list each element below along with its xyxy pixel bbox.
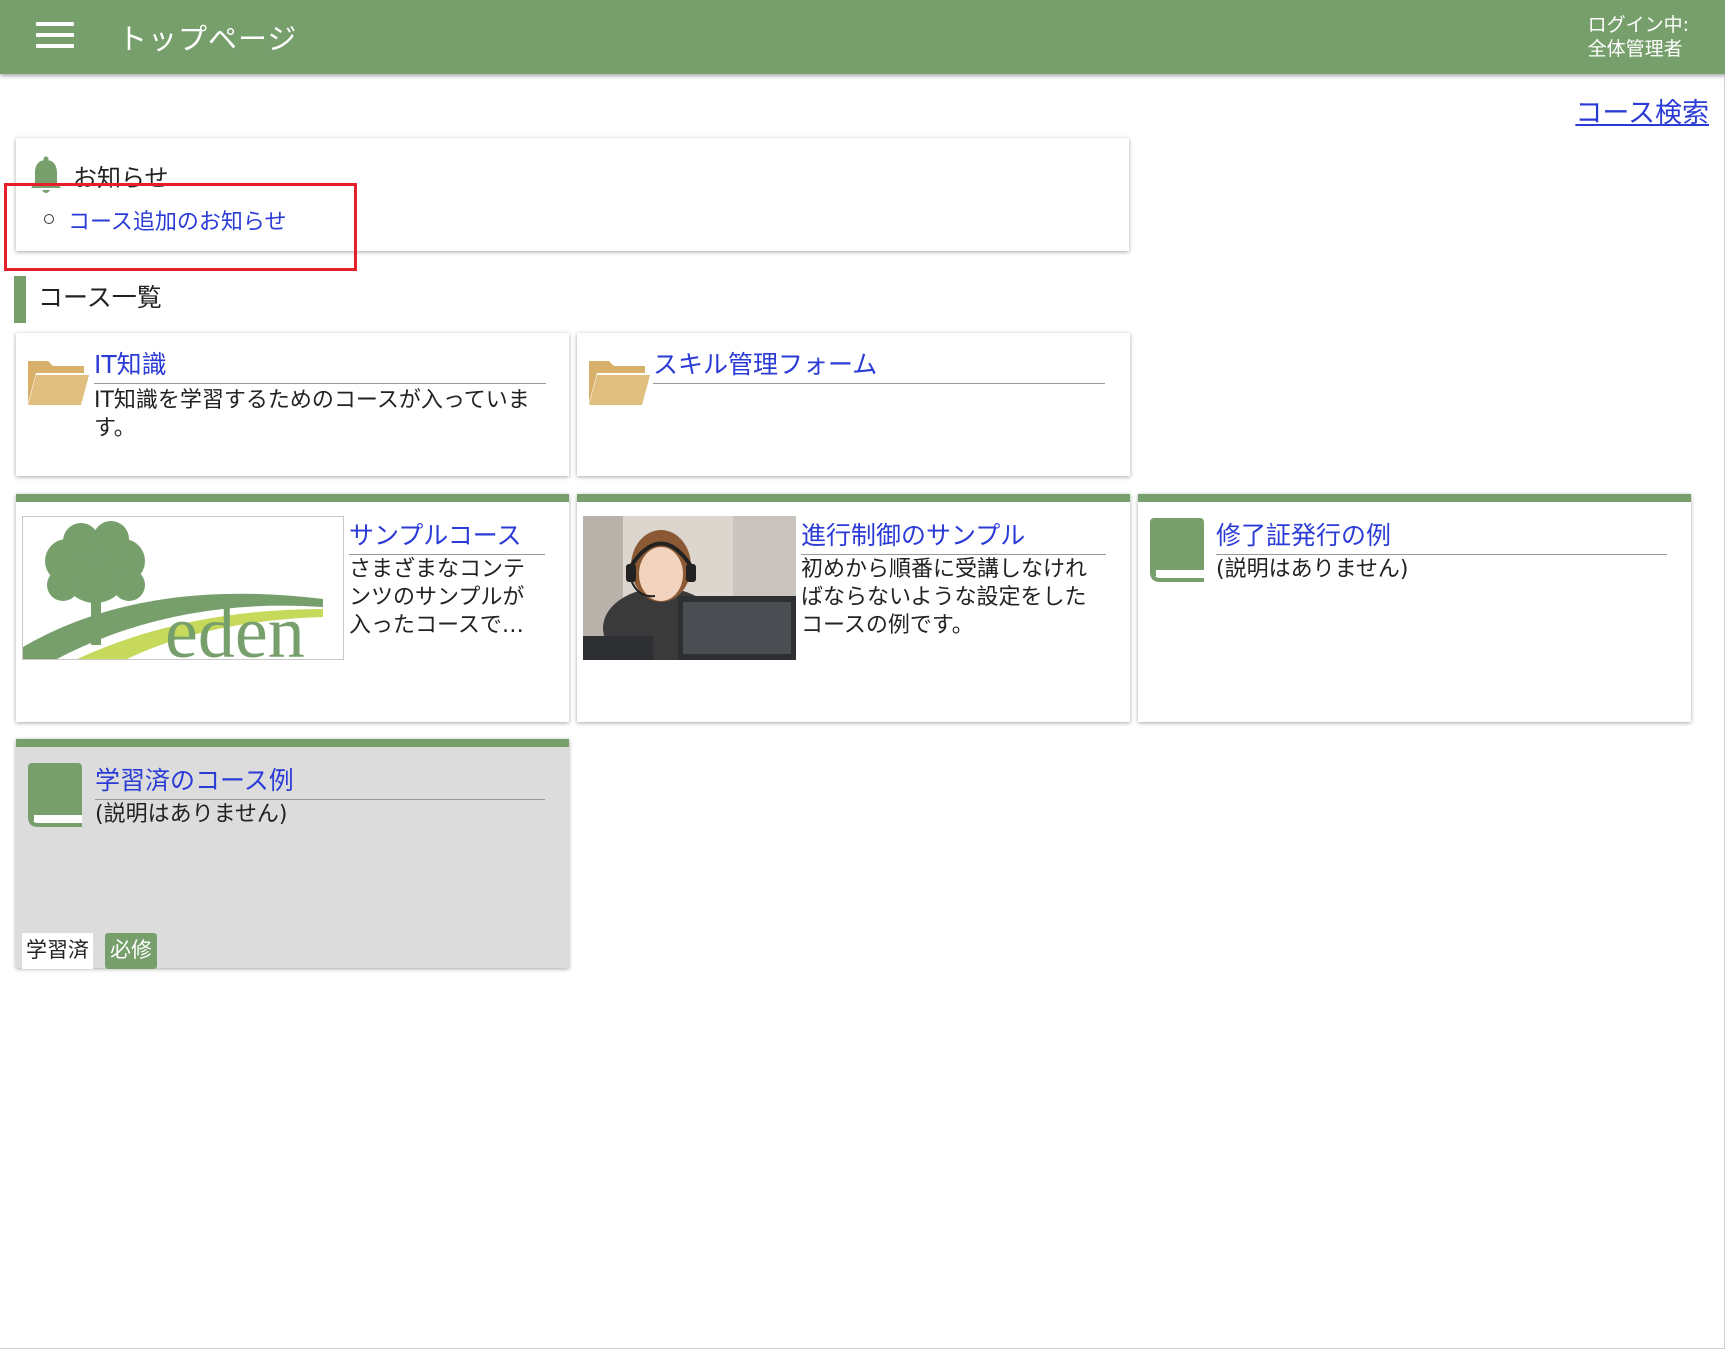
course-search-link[interactable]: コース検索: [1575, 91, 1709, 130]
completed-tag: 学習済: [22, 933, 93, 969]
folder-description: IT知識を学習するためのコースが入っています。: [94, 388, 530, 441]
course-card-completed[interactable]: 学習済のコース例 (説明はありません) 学習済 必修: [16, 739, 569, 969]
course-title[interactable]: サンプルコース: [349, 516, 545, 555]
page-title: トップページ: [118, 22, 298, 56]
eden-logo-thumbnail[interactable]: eden: [22, 516, 344, 660]
course-list-heading: コース一覧: [14, 276, 162, 323]
course-card-progress-control[interactable]: 進行制御のサンプル 初めから順番に受講しなければならないような設定をしたコースの…: [577, 494, 1130, 722]
course-description: (説明はありません): [95, 802, 288, 827]
login-status-label: ログイン中:: [1587, 14, 1689, 36]
course-card-sample[interactable]: eden サンプルコース さまざまなコンテンツのサンプルが入ったコースで…: [16, 494, 569, 722]
course-card-certificate[interactable]: 修了証発行の例 (説明はありません): [1138, 494, 1691, 722]
logged-in-user-name: 全体管理者: [1587, 38, 1683, 60]
page: トップページ ログイン中: 全体管理者 コース検索 お知らせ コース追加のお知ら…: [0, 0, 1725, 1349]
folder-icon: [589, 361, 650, 405]
headset-person-photo[interactable]: [583, 516, 796, 660]
eden-logo-text: eden: [165, 592, 305, 660]
login-info: ログイン中: 全体管理者: [1588, 13, 1689, 61]
book-icon: [1150, 518, 1204, 582]
folder-card-it[interactable]: IT知識 IT知識を学習するためのコースが入っています。: [16, 333, 569, 476]
course-description: 初めから順番に受講しなければならないような設定をしたコースの例です。: [801, 557, 1088, 638]
top-header: トップページ ログイン中: 全体管理者: [0, 0, 1725, 74]
course-title[interactable]: 進行制御のサンプル: [801, 516, 1106, 555]
folder-title[interactable]: スキル管理フォーム: [653, 345, 1105, 384]
hamburger-menu-icon[interactable]: [36, 22, 74, 52]
highlight-box: [4, 183, 357, 271]
folder-title[interactable]: IT知識: [94, 345, 546, 384]
eden-logo: eden: [23, 521, 323, 660]
folder-card-skill-form[interactable]: スキル管理フォーム: [577, 333, 1130, 476]
course-title[interactable]: 修了証発行の例: [1216, 516, 1667, 555]
course-description: さまざまなコンテンツのサンプルが入ったコースで…: [349, 557, 526, 638]
book-icon: [28, 763, 82, 827]
required-tag: 必修: [105, 933, 157, 969]
course-description: (説明はありません): [1216, 557, 1409, 582]
folder-icon: [28, 361, 89, 405]
course-title[interactable]: 学習済のコース例: [95, 761, 545, 800]
